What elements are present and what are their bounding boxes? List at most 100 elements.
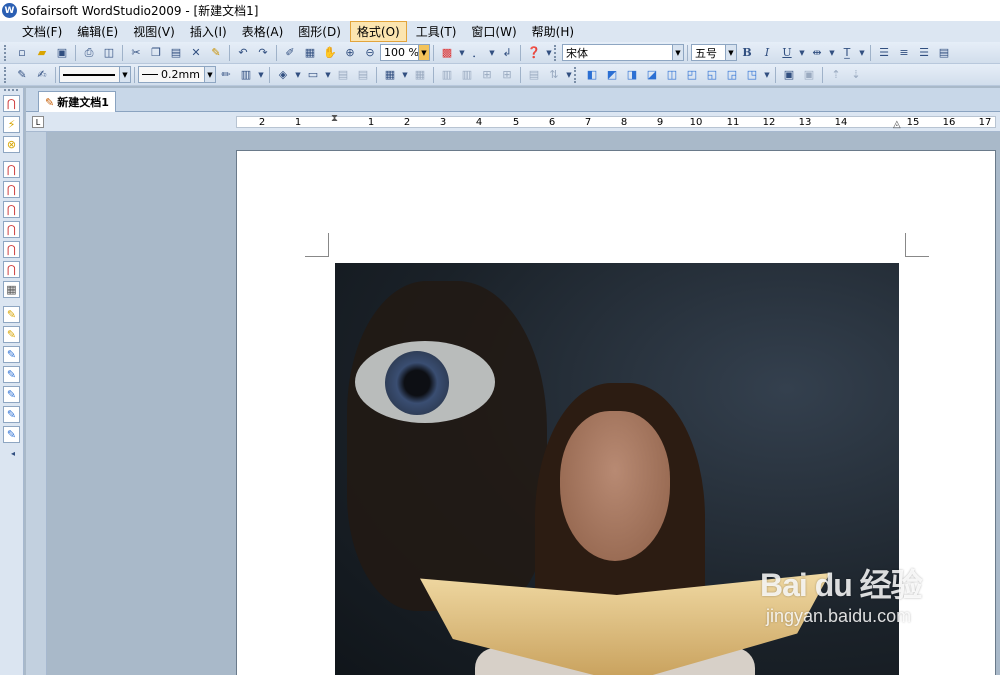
bold-button[interactable]: B — [738, 44, 756, 62]
chevron-down-icon[interactable]: ▼ — [545, 44, 553, 62]
help-icon[interactable]: ❓ — [525, 44, 543, 62]
shape-9-icon[interactable]: ◳ — [743, 66, 761, 84]
snap-5-icon[interactable]: ⋂ — [3, 241, 20, 258]
menu-file[interactable]: 文档(F) — [16, 22, 68, 41]
no-snap-icon[interactable]: ⊗ — [3, 136, 20, 153]
draw-icon[interactable]: ✐ — [281, 44, 299, 62]
zoom-select[interactable]: 100 % ▼ — [380, 44, 430, 61]
align-right-icon[interactable]: ☰ — [915, 44, 933, 62]
lightning-icon[interactable]: ⚡ — [3, 116, 20, 133]
chevron-down-icon[interactable]: ▼ — [401, 66, 409, 84]
font-color-icon[interactable]: T̲ — [838, 44, 856, 62]
chevron-down-icon[interactable]: ▼ — [565, 66, 573, 84]
print-icon[interactable]: ⎙ — [80, 44, 98, 62]
tab-stop-selector[interactable]: L — [32, 116, 44, 128]
sort-icon[interactable]: ⇅ — [545, 66, 563, 84]
pen-4-icon[interactable]: ✎ — [3, 366, 20, 383]
pen-5-icon[interactable]: ✎ — [3, 386, 20, 403]
italic-button[interactable]: I — [758, 44, 776, 62]
menu-table[interactable]: 表格(A) — [236, 22, 290, 41]
copy-icon[interactable]: ❐ — [147, 44, 165, 62]
insert-image-icon[interactable]: ▩ — [438, 44, 456, 62]
cell-align-icon[interactable]: ▤ — [525, 66, 543, 84]
align-center-icon[interactable]: ≡ — [895, 44, 913, 62]
table-grid-icon[interactable]: ▦ — [301, 44, 319, 62]
toolbar-grip[interactable] — [554, 44, 558, 61]
chevron-down-icon[interactable]: ▼ — [858, 44, 866, 62]
align-objects-icon[interactable]: ▤ — [334, 66, 352, 84]
format-painter-icon[interactable]: ✎ — [207, 44, 225, 62]
new-document-icon[interactable]: ▫ — [13, 44, 31, 62]
snap-3-icon[interactable]: ⋂ — [3, 201, 20, 218]
zoom-in-icon[interactable]: ⊕ — [341, 44, 359, 62]
chevron-down-icon[interactable]: ▼ — [324, 66, 332, 84]
print-preview-icon[interactable]: ◫ — [100, 44, 118, 62]
redo-icon[interactable]: ↷ — [254, 44, 272, 62]
line-style-select[interactable]: ▼ — [59, 66, 131, 83]
character-spacing-icon[interactable]: ⇹ — [808, 44, 826, 62]
chevron-down-icon[interactable]: ▼ — [763, 66, 771, 84]
send-backward-icon[interactable]: ⇣ — [847, 66, 865, 84]
align-left-icon[interactable]: ☰ — [875, 44, 893, 62]
toolbar-grip[interactable] — [4, 66, 8, 83]
toolbox-grip[interactable] — [4, 89, 18, 92]
chevron-down-icon[interactable]: ▼ — [418, 45, 429, 60]
justify-icon[interactable]: ▤ — [935, 44, 953, 62]
vertical-ruler[interactable] — [26, 132, 47, 675]
snap-2-icon[interactable]: ⋂ — [3, 181, 20, 198]
insert-row-icon[interactable]: ⊞ — [478, 66, 496, 84]
distribute-objects-icon[interactable]: ▤ — [354, 66, 372, 84]
pen-1-icon[interactable]: ✎ — [3, 306, 20, 323]
save-icon[interactable]: ▣ — [53, 44, 71, 62]
toolbar-grip[interactable] — [4, 44, 8, 61]
chevron-down-icon[interactable]: ▼ — [828, 44, 836, 62]
snap-1-icon[interactable]: ⋂ — [3, 161, 20, 178]
chevron-down-icon[interactable]: ▼ — [294, 66, 302, 84]
snap-6-icon[interactable]: ⋂ — [3, 261, 20, 278]
edit-text-icon[interactable]: ✍ — [33, 66, 51, 84]
insert-table-icon[interactable]: ▦ — [381, 66, 399, 84]
pen-7-icon[interactable]: ✎ — [3, 426, 20, 443]
paragraph-mark-icon[interactable]: ↲ — [498, 44, 516, 62]
delete-icon[interactable]: ✕ — [187, 44, 205, 62]
undo-icon[interactable]: ↶ — [234, 44, 252, 62]
insert-column-icon[interactable]: ⊞ — [498, 66, 516, 84]
menu-help[interactable]: 帮助(H) — [526, 22, 580, 41]
shape-1-icon[interactable]: ◧ — [583, 66, 601, 84]
chevron-down-icon[interactable]: ▼ — [725, 45, 736, 60]
shape-5-icon[interactable]: ◫ — [663, 66, 681, 84]
line-width-select[interactable]: 0.2mm ▼ — [138, 66, 216, 83]
shape-3-icon[interactable]: ◨ — [623, 66, 641, 84]
shape-2-icon[interactable]: ◩ — [603, 66, 621, 84]
shape-4-icon[interactable]: ◪ — [643, 66, 661, 84]
chevron-down-icon[interactable]: ▼ — [119, 67, 130, 82]
underline-button[interactable]: U — [778, 44, 796, 62]
menu-insert[interactable]: 插入(I) — [184, 22, 233, 41]
line-color-icon[interactable]: ✏ — [217, 66, 235, 84]
insert-picture-icon[interactable]: ▣ — [780, 66, 798, 84]
magnet-icon[interactable]: ⋂ — [3, 95, 20, 112]
toolbar-grip[interactable] — [574, 66, 578, 83]
menu-graphics[interactable]: 图形(D) — [292, 22, 347, 41]
zoom-out-icon[interactable]: ⊖ — [361, 44, 379, 62]
symbol-icon[interactable]: ． — [468, 44, 486, 62]
chevron-down-icon[interactable]: ▼ — [488, 44, 496, 62]
menu-format[interactable]: 格式(O) — [349, 21, 407, 42]
font-size-select[interactable]: 五号 ▼ — [691, 44, 737, 61]
chevron-down-icon[interactable]: ▼ — [204, 67, 215, 82]
menu-tools[interactable]: 工具(T) — [410, 22, 463, 41]
border-icon[interactable]: ▭ — [304, 66, 322, 84]
shape-8-icon[interactable]: ◲ — [723, 66, 741, 84]
chevron-down-icon[interactable]: ▼ — [257, 66, 265, 84]
font-family-select[interactable]: 宋体 ▼ — [562, 44, 684, 61]
snap-grid-icon[interactable]: ▦ — [3, 281, 20, 298]
table-style-icon[interactable]: ▦ — [411, 66, 429, 84]
menu-view[interactable]: 视图(V) — [127, 22, 181, 41]
chevron-down-icon[interactable]: ▼ — [458, 44, 466, 62]
open-folder-icon[interactable]: ▰ — [33, 44, 51, 62]
menu-edit[interactable]: 编辑(E) — [71, 22, 124, 41]
cut-icon[interactable]: ✂ — [127, 44, 145, 62]
pen-6-icon[interactable]: ✎ — [3, 406, 20, 423]
fill-color-icon[interactable]: ◈ — [274, 66, 292, 84]
shape-6-icon[interactable]: ◰ — [683, 66, 701, 84]
